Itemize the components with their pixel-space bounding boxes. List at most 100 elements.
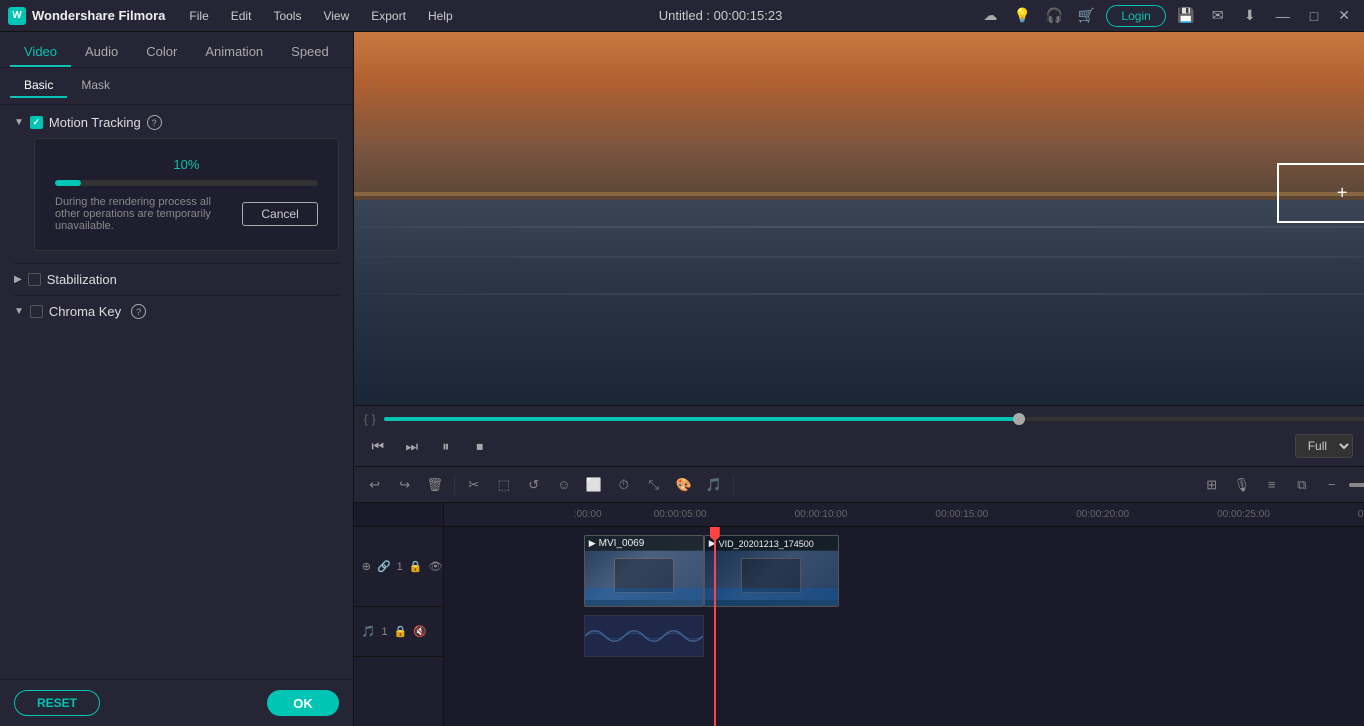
- bracket-close-icon[interactable]: }: [372, 412, 376, 426]
- minimize-button[interactable]: —: [1270, 8, 1296, 24]
- stabilization-checkbox[interactable]: [28, 273, 41, 286]
- cut-button[interactable]: ✂: [461, 472, 487, 498]
- tl-content: :00:00 00:00:05:00 00:00:10:00 00:00:15:…: [444, 503, 1364, 726]
- menu-help[interactable]: Help: [418, 5, 463, 27]
- frame-button[interactable]: ⬜: [581, 472, 607, 498]
- zoom-track[interactable]: [1349, 483, 1364, 487]
- undo-button[interactable]: ↩: [362, 472, 388, 498]
- ruler-tick-4: 00:00:20:00: [1076, 509, 1129, 520]
- clip-2-waveform: [705, 588, 838, 606]
- tracking-box[interactable]: +: [1277, 163, 1364, 223]
- chroma-key-checkbox[interactable]: [30, 305, 43, 318]
- stabilization-row: ▶ Stabilization: [14, 263, 339, 295]
- motion-tracking-help-icon[interactable]: ?: [147, 115, 162, 130]
- menu-view[interactable]: View: [313, 5, 359, 27]
- quality-select[interactable]: Full 1/2 1/4: [1295, 434, 1353, 458]
- video-track-link-icon[interactable]: 🔗: [377, 560, 391, 573]
- headset-icon[interactable]: 🎧: [1042, 4, 1066, 28]
- close-button[interactable]: ✕: [1332, 7, 1356, 24]
- fullscreen-icon[interactable]: ⛶: [1359, 432, 1364, 460]
- delete-button[interactable]: 🗑: [422, 472, 448, 498]
- tab-audio[interactable]: Audio: [71, 38, 132, 67]
- menu-edit[interactable]: Edit: [221, 5, 262, 27]
- skip-back-button[interactable]: ⏮: [364, 432, 392, 460]
- settings-icon[interactable]: ≡: [1259, 472, 1285, 498]
- scene-sky: [354, 32, 1364, 200]
- main-layout: Video Audio Color Animation Speed Basic …: [0, 32, 1364, 726]
- ruler-tick-3: 00:00:15:00: [935, 509, 988, 520]
- download-icon[interactable]: ⬇: [1238, 4, 1262, 28]
- transform-button[interactable]: ⤡: [641, 472, 667, 498]
- bulb-icon[interactable]: 💡: [1010, 4, 1034, 28]
- motion-tracking-chevron[interactable]: ▼: [14, 117, 24, 128]
- menu-export[interactable]: Export: [361, 5, 416, 27]
- ok-button[interactable]: OK: [267, 690, 339, 716]
- tracking-crosshair: +: [1337, 182, 1348, 203]
- progress-percent: 10%: [55, 157, 318, 172]
- stop-button[interactable]: ⏹: [466, 432, 494, 460]
- redo-button[interactable]: ↪: [392, 472, 418, 498]
- tab-row: Video Audio Color Animation Speed: [0, 32, 353, 68]
- cloud-icon[interactable]: ☁: [978, 4, 1002, 28]
- step-back-button[interactable]: ⏭: [398, 432, 426, 460]
- tab-speed[interactable]: Speed: [277, 38, 343, 67]
- audio-track-mute-icon[interactable]: 🔇: [413, 625, 427, 638]
- progress-note: During the rendering process all other o…: [55, 196, 232, 232]
- subtab-basic[interactable]: Basic: [10, 74, 67, 98]
- app-logo: W Wondershare Filmora: [8, 7, 165, 25]
- seek-thumb: [1013, 413, 1025, 425]
- chroma-key-help-icon[interactable]: ?: [131, 304, 146, 319]
- video-track-add-icon[interactable]: ⊕: [362, 560, 371, 573]
- menu-tools[interactable]: Tools: [263, 5, 311, 27]
- audio-track: [444, 611, 1364, 661]
- crop-button[interactable]: ⬚: [491, 472, 517, 498]
- mail-icon[interactable]: ✉: [1206, 4, 1230, 28]
- clip-1-waveform: [585, 588, 703, 606]
- chroma-key-label: Chroma Key: [49, 304, 121, 319]
- tl-sep-2: [733, 475, 734, 495]
- video-track-lock-icon[interactable]: 🔒: [409, 560, 423, 573]
- stabilization-chevron[interactable]: ▶: [14, 274, 22, 285]
- maximize-button[interactable]: □: [1304, 8, 1324, 24]
- login-button[interactable]: Login: [1106, 5, 1165, 27]
- speed-button[interactable]: ⏱: [611, 472, 637, 498]
- tab-color[interactable]: Color: [132, 38, 191, 67]
- scene-detect-icon[interactable]: ⊞: [1199, 472, 1225, 498]
- tab-video[interactable]: Video: [10, 38, 71, 67]
- audio-track-lock-icon[interactable]: 🔒: [394, 625, 408, 638]
- cancel-button[interactable]: Cancel: [242, 202, 317, 226]
- clip-1-video-icon: ▶: [589, 538, 596, 549]
- seek-row: { } 00:00:09:06: [364, 406, 1364, 428]
- pause-button[interactable]: ⏸: [432, 432, 460, 460]
- color-button[interactable]: 🎨: [671, 472, 697, 498]
- zoom-out-icon[interactable]: −: [1319, 472, 1345, 498]
- bracket-open-icon[interactable]: {: [364, 412, 368, 426]
- timeline: ↩ ↪ 🗑 ✂ ⬚ ↺ ☺ ⬜ ⏱ ⤡ 🎨 🎵 ⊞ 🎙 ≡ ⧉: [354, 466, 1364, 726]
- reset-button[interactable]: RESET: [14, 690, 100, 716]
- tab-animation[interactable]: Animation: [191, 38, 277, 67]
- subtab-mask[interactable]: Mask: [67, 74, 124, 98]
- split-view-icon[interactable]: ⧉: [1289, 472, 1315, 498]
- window-title: Untitled : 00:00:15:23: [465, 8, 977, 23]
- voiceover-icon[interactable]: 🎙: [1229, 472, 1255, 498]
- seek-fill: [384, 417, 1025, 421]
- playhead[interactable]: [714, 527, 716, 726]
- cart-icon[interactable]: 🛒: [1074, 4, 1098, 28]
- motion-tracking-progress-box: 10% During the rendering process all oth…: [34, 138, 339, 251]
- app-name: Wondershare Filmora: [32, 8, 165, 23]
- effects-button[interactable]: ☺: [551, 472, 577, 498]
- chroma-key-chevron[interactable]: ▼: [14, 306, 24, 317]
- audio-track-label: 🎵 1 🔒 🔇: [354, 607, 443, 657]
- video-track-eye-icon[interactable]: 👁: [429, 560, 443, 573]
- audio-clip-1[interactable]: [584, 615, 704, 657]
- menu-file[interactable]: File: [179, 5, 218, 27]
- motion-tracking-checkbox[interactable]: ✓: [30, 116, 43, 129]
- zoom-fill: [1349, 483, 1364, 487]
- rotate-button[interactable]: ↺: [521, 472, 547, 498]
- video-clip-2[interactable]: ▶ VID_20201213_174500: [704, 535, 839, 607]
- seek-track[interactable]: [384, 417, 1364, 421]
- video-clip-1[interactable]: ▶ MVI_0069: [584, 535, 704, 607]
- audio-mix-button[interactable]: 🎵: [701, 472, 727, 498]
- save-icon[interactable]: 💾: [1174, 4, 1198, 28]
- progress-bar-track: [55, 180, 318, 186]
